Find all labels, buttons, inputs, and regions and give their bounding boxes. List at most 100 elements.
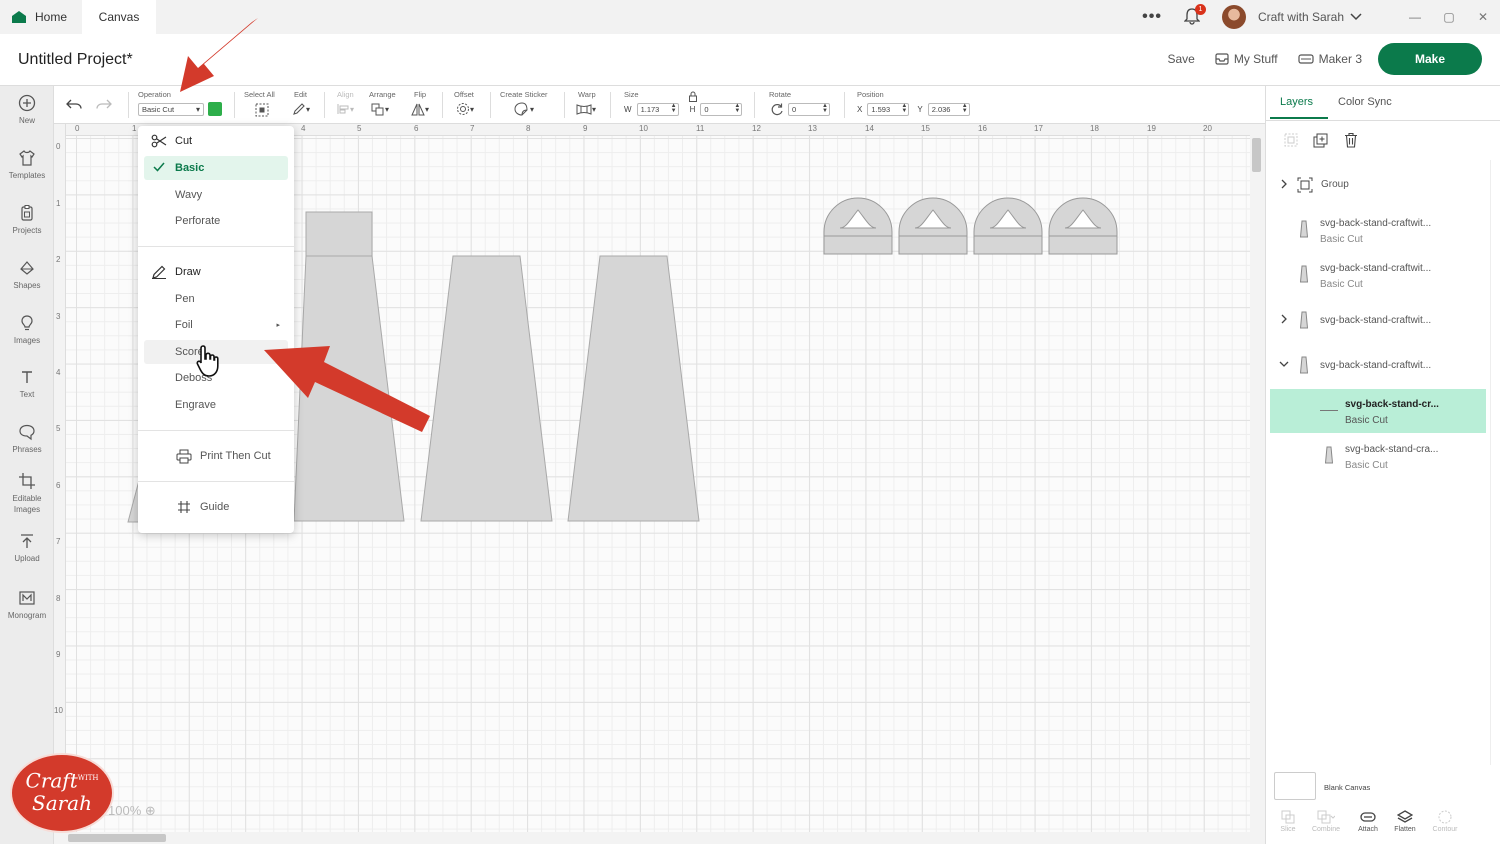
sidebar-item-phrases[interactable]: Phrases <box>0 423 54 455</box>
y-position-input[interactable]: 2.036 ▲ ▼ <box>927 102 970 116</box>
dome-shape[interactable] <box>823 197 893 255</box>
menu-item-perforate[interactable]: Perforate <box>144 209 288 233</box>
warp-button[interactable]: ▾ <box>576 102 596 116</box>
layer-item[interactable]: svg-back-stand-cra... Basic Cut <box>1270 434 1486 478</box>
redo-icon[interactable] <box>96 98 112 112</box>
horizontal-scrollbar[interactable] <box>54 832 1250 844</box>
attach-label: Attach <box>1358 826 1378 833</box>
chevron-down-icon[interactable] <box>1279 360 1289 368</box>
machine-selector[interactable]: Maker 3 <box>1298 52 1362 66</box>
select-all-icon[interactable] <box>254 102 270 118</box>
sidebar-item-projects[interactable]: Projects <box>0 204 54 236</box>
more-options-icon[interactable]: ••• <box>1142 8 1162 26</box>
operation-select[interactable]: Basic Cut <box>138 102 204 116</box>
create-sticker-button[interactable]: ▾ <box>514 102 534 116</box>
rotate-input[interactable]: 0 ▲ ▼ <box>788 102 830 116</box>
height-input[interactable]: 0 ▲ ▼ <box>700 102 743 116</box>
operation-dropdown-menu: Cut Basic Wavy Perforate Draw Pen Foil ▸ … <box>138 126 294 533</box>
vertical-scrollbar-thumb[interactable] <box>1252 138 1261 172</box>
tab-layers[interactable]: Layers <box>1280 96 1313 108</box>
blank-canvas-swatch[interactable] <box>1274 772 1316 800</box>
sidebar-label-editable-images: Editable Images <box>12 494 42 514</box>
arrange-button[interactable]: ▾ <box>371 102 389 116</box>
combine-button[interactable]: Combine <box>1306 810 1346 833</box>
layers-scrollbar[interactable] <box>1490 160 1500 765</box>
notification-bell[interactable]: 1 <box>1183 4 1206 26</box>
maximize-icon[interactable]: ▢ <box>1432 10 1466 24</box>
layer-item[interactable]: svg-back-stand-craftwit... <box>1270 343 1486 387</box>
save-button[interactable]: Save <box>1167 52 1194 66</box>
offset-button[interactable]: ▾ <box>456 102 474 116</box>
trapezoid-shape[interactable] <box>293 255 405 522</box>
attach-button[interactable]: Attach <box>1348 810 1388 833</box>
trapezoid-shape[interactable] <box>420 255 553 522</box>
dome-shape[interactable] <box>898 197 968 255</box>
sidebar-item-upload[interactable]: Upload <box>0 532 54 564</box>
operation-color-swatch[interactable] <box>208 102 222 116</box>
menu-item-wavy[interactable]: Wavy <box>144 183 288 207</box>
layer-item[interactable]: svg-back-stand-craftwit... Basic Cut <box>1270 208 1486 252</box>
dome-shape[interactable] <box>1048 197 1118 255</box>
ruler-tick: 10 <box>639 124 648 133</box>
layer-item[interactable]: svg-back-stand-craftwit... <box>1270 298 1486 342</box>
zoom-in-icon[interactable]: ⊕ <box>145 803 156 818</box>
flatten-button[interactable]: Flatten <box>1385 810 1425 833</box>
sidebar-item-templates[interactable]: Templates <box>0 149 54 181</box>
stand-tab-shape[interactable] <box>305 211 373 257</box>
align-button[interactable]: ▾ <box>336 102 354 116</box>
make-button[interactable]: Make <box>1378 43 1482 75</box>
sidebar-item-shapes[interactable]: Shapes <box>0 259 54 291</box>
zoom-value: 100% <box>108 803 142 818</box>
lock-icon[interactable] <box>688 91 698 102</box>
undo-icon[interactable] <box>66 98 82 112</box>
crop-icon <box>19 473 35 489</box>
tab-canvas[interactable]: Canvas <box>82 0 156 34</box>
layer-name: svg-back-stand-cr... <box>1345 399 1439 410</box>
machine-label: Maker 3 <box>1318 52 1362 66</box>
width-input[interactable]: 1.173 ▲ ▼ <box>636 102 679 116</box>
x-position-input[interactable]: 1.593 ▲ ▼ <box>867 102 910 116</box>
tab-color-sync[interactable]: Color Sync <box>1338 96 1392 108</box>
horizontal-scrollbar-thumb[interactable] <box>68 834 166 842</box>
sidebar-item-new[interactable]: New <box>0 94 54 126</box>
group-layers-icon[interactable] <box>1284 133 1298 147</box>
menu-item-foil[interactable]: Foil ▸ <box>144 313 288 337</box>
layer-item[interactable]: svg-back-stand-craftwit... Basic Cut <box>1270 253 1486 297</box>
project-title[interactable]: Untitled Project* <box>18 51 133 69</box>
menu-item-guide[interactable]: Guide <box>144 495 288 519</box>
account-name[interactable]: Craft with Sarah <box>1258 10 1344 24</box>
sidebar-item-images[interactable]: Images <box>0 314 54 346</box>
menu-item-print-then-cut[interactable]: Print Then Cut <box>144 444 288 468</box>
zoom-level[interactable]: 100% ⊕ <box>108 803 156 819</box>
trash-icon[interactable] <box>1344 132 1358 148</box>
layer-group[interactable]: Group <box>1270 164 1486 208</box>
menu-item-basic[interactable]: Basic <box>144 156 288 180</box>
sidebar-item-text[interactable]: Text <box>0 368 54 400</box>
contour-button[interactable]: Contour <box>1425 810 1465 833</box>
layer-item-selected[interactable]: svg-back-stand-cr... Basic Cut <box>1270 389 1486 433</box>
menu-item-pen[interactable]: Pen <box>144 287 288 311</box>
my-stuff-button[interactable]: My Stuff <box>1215 52 1278 66</box>
sidebar-item-editable-images[interactable]: Editable Images <box>0 472 54 515</box>
edit-button[interactable]: ▾ <box>292 102 310 116</box>
dome-shape[interactable] <box>973 197 1043 255</box>
close-icon[interactable]: ✕ <box>1466 10 1500 24</box>
chevron-right-icon[interactable] <box>1280 314 1288 324</box>
slice-button[interactable]: Slice <box>1268 810 1308 833</box>
menu-header-draw: Draw <box>144 260 288 284</box>
chevron-right-icon[interactable] <box>1280 179 1288 189</box>
chevron-down-icon[interactable] <box>1350 13 1362 21</box>
sidebar-item-monogram[interactable]: Monogram <box>0 589 54 621</box>
flip-button[interactable]: ▾ <box>411 102 429 116</box>
ruler-tick: 17 <box>1034 124 1043 133</box>
menu-item-engrave[interactable]: Engrave <box>144 393 288 417</box>
layer-name: svg-back-stand-cra... <box>1345 444 1439 455</box>
vertical-scrollbar[interactable] <box>1250 124 1265 844</box>
tab-home[interactable]: Home <box>0 0 78 34</box>
duplicate-icon[interactable] <box>1313 133 1328 148</box>
ruler-tick: 7 <box>470 124 475 133</box>
sidebar-label-new: New <box>18 116 35 125</box>
avatar[interactable] <box>1221 5 1246 29</box>
minimize-icon[interactable]: — <box>1398 10 1432 24</box>
trapezoid-shape[interactable] <box>567 255 700 522</box>
